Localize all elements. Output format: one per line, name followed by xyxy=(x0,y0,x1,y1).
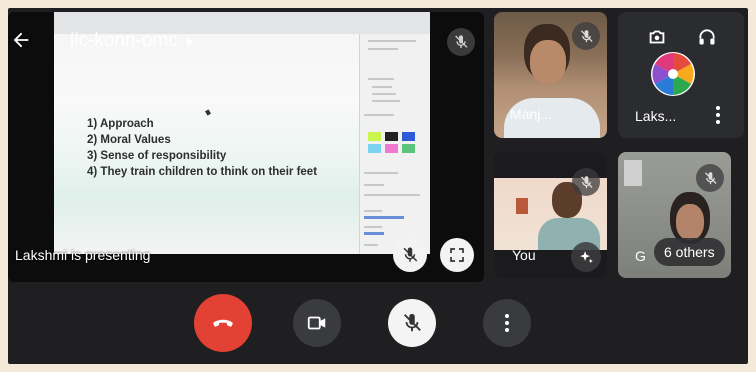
mute-presenter-button[interactable] xyxy=(393,238,427,272)
end-call-button[interactable] xyxy=(194,294,252,352)
meeting-window: 1) Approach 2) Moral Values 3) Sense of … xyxy=(8,8,748,364)
participant-tile-laks[interactable]: Laks... xyxy=(618,12,744,138)
presenting-label: Lakshmi is presenting xyxy=(15,247,151,263)
call-controls xyxy=(8,284,748,364)
participant-name: Manj... xyxy=(510,106,553,122)
phone-hangup-icon xyxy=(213,319,233,327)
effects-button[interactable] xyxy=(571,242,601,272)
mic-off-icon xyxy=(404,313,421,332)
mute-badge xyxy=(572,168,600,196)
slide-item: 1) Approach xyxy=(87,118,154,130)
chevron-right-icon[interactable] xyxy=(187,37,193,47)
switch-camera-button[interactable] xyxy=(644,24,670,50)
participant-name: Laks... xyxy=(635,108,677,124)
participant-tile-manj[interactable]: Manj... xyxy=(494,12,607,138)
mic-off-icon xyxy=(580,29,593,42)
mic-button[interactable] xyxy=(388,299,436,347)
meeting-title[interactable]: iic-konn-omc xyxy=(70,30,178,52)
audio-output-button[interactable] xyxy=(694,24,720,50)
fullscreen-icon xyxy=(450,248,464,262)
mute-badge xyxy=(572,22,600,50)
presenter-mute-badge xyxy=(447,28,475,56)
more-vertical-icon xyxy=(505,314,509,332)
arrow-left-icon xyxy=(13,32,29,48)
back-button[interactable] xyxy=(10,29,38,53)
slide-list: 1) Approach 2) Moral Values 3) Sense of … xyxy=(87,116,317,180)
headphones-icon xyxy=(699,29,715,45)
camera-button[interactable] xyxy=(293,299,341,347)
shared-side-panel xyxy=(359,34,430,254)
slide-item: 4) They train children to think on their… xyxy=(87,166,318,178)
mouse-cursor xyxy=(205,109,211,116)
participant-tile-others[interactable]: G 6 others xyxy=(618,152,731,278)
fullscreen-button[interactable] xyxy=(440,238,474,272)
video-camera-icon xyxy=(307,316,326,330)
participant-name: G xyxy=(635,248,646,264)
mic-off-icon xyxy=(403,247,418,262)
more-vertical-icon[interactable] xyxy=(716,106,720,127)
participant-name: You xyxy=(512,247,536,263)
slide-item: 3) Sense of responsibility xyxy=(87,150,227,162)
others-count-badge[interactable]: 6 others xyxy=(654,238,725,266)
mute-badge xyxy=(696,164,724,192)
avatar xyxy=(651,52,695,96)
sparkle-icon xyxy=(579,250,593,263)
presentation-tile[interactable]: 1) Approach 2) Moral Values 3) Sense of … xyxy=(8,12,484,282)
participant-tile-you[interactable]: You xyxy=(494,152,607,278)
mic-off-icon xyxy=(580,175,593,188)
slide-item: 2) Moral Values xyxy=(87,134,171,146)
more-options-button[interactable] xyxy=(483,299,531,347)
mic-off-icon xyxy=(455,35,468,48)
mic-off-icon xyxy=(704,171,717,184)
camera-switch-icon xyxy=(649,30,665,44)
